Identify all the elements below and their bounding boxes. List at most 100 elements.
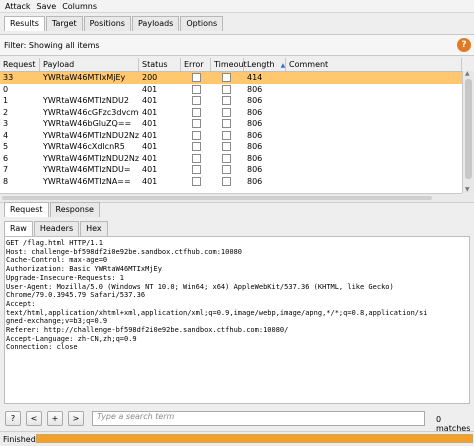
error-checkbox xyxy=(192,107,201,117)
search-bar: ? < + > Type a search term 0 matches xyxy=(0,409,474,433)
timeout-checkbox xyxy=(222,96,231,106)
message-tabs: Request Response xyxy=(4,202,101,217)
raw-request-editor[interactable]: GET /flag.html HTTP/1.1 Host: challenge-b… xyxy=(4,236,470,404)
timeout-checkbox xyxy=(222,165,231,175)
cell-timeout xyxy=(211,165,244,175)
table-header: Request Payload Status Error Timeout Len… xyxy=(0,58,462,72)
menu-save[interactable]: Save xyxy=(37,2,57,11)
request-line: Host: challenge-bf598df2i0e92be.sandbox.… xyxy=(6,247,243,256)
cell-length: 806 xyxy=(247,176,263,186)
cell-error xyxy=(181,165,211,175)
cell-status: 401 xyxy=(142,130,158,140)
cell-timeout xyxy=(211,176,244,186)
column-comment[interactable]: Comment xyxy=(286,58,462,71)
timeout-checkbox xyxy=(222,73,231,83)
tab-results[interactable]: Results xyxy=(4,16,45,31)
request-line: Referer: http://challenge-bf598df2i0e92b… xyxy=(6,326,289,335)
menu-columns[interactable]: Columns xyxy=(62,2,97,11)
table-row[interactable]: 3 YWRtaW46bGluZQ== 401 806 xyxy=(0,118,462,130)
cell-payload: YWRtaW46MTIxMjEy xyxy=(43,73,126,83)
cell-payload: YWRtaW46cGFzc3dvcmQ= xyxy=(43,107,139,117)
cell-status: 401 xyxy=(142,96,158,106)
tab-response[interactable]: Response xyxy=(49,202,100,217)
search-previous-button[interactable]: < xyxy=(26,411,42,426)
cell-status: 401 xyxy=(142,107,158,117)
cell-request: 3 xyxy=(3,119,9,129)
horizontal-scroll-thumb[interactable] xyxy=(2,196,432,200)
table-row[interactable]: 5 YWRtaW46cXdlcnR5 401 806 xyxy=(0,141,462,153)
cell-status: 401 xyxy=(142,142,158,152)
cell-timeout xyxy=(211,130,244,140)
tab-hex[interactable]: Hex xyxy=(80,221,108,236)
cell-length: 806 xyxy=(247,153,263,163)
cell-error xyxy=(181,153,211,163)
search-help-button[interactable]: ? xyxy=(5,411,21,426)
cell-error xyxy=(181,84,211,94)
cell-length: 806 xyxy=(247,119,263,129)
column-timeout[interactable]: Timeout xyxy=(211,58,247,71)
column-length[interactable]: Length ▲ xyxy=(244,58,286,71)
request-line: Authorization: Basic YWRtaW46MTIxMjEy xyxy=(6,265,162,274)
tab-payloads[interactable]: Payloads xyxy=(131,16,180,31)
request-line: text/html,application/xhtml+xml,applicat… xyxy=(6,308,428,317)
timeout-checkbox xyxy=(222,84,231,94)
cell-status: 200 xyxy=(142,73,158,83)
help-icon[interactable]: ? xyxy=(457,38,471,52)
cell-payload: YWRtaW46MTIzNA== xyxy=(43,176,131,186)
scroll-up-icon[interactable]: ▲ xyxy=(465,70,470,77)
table-row[interactable]: 33 YWRtaW46MTIxMjEy 200 414 xyxy=(0,72,462,84)
progress-bar xyxy=(36,434,473,443)
search-add-button[interactable]: + xyxy=(47,411,63,426)
cell-request: 33 xyxy=(3,73,14,83)
cell-timeout xyxy=(211,107,244,117)
table-row[interactable]: 4 YWRtaW46MTIzNDU2Nzg=401 806 xyxy=(0,130,462,142)
cell-length: 806 xyxy=(247,107,263,117)
cell-error xyxy=(181,176,211,186)
cell-length: 806 xyxy=(247,96,263,106)
column-request[interactable]: Request xyxy=(0,58,40,71)
search-input[interactable]: Type a search term xyxy=(92,411,425,426)
tab-raw[interactable]: Raw xyxy=(4,221,33,236)
menu-attack[interactable]: Attack xyxy=(5,2,31,11)
filter-bar[interactable]: Filter: Showing all items ? xyxy=(0,34,474,56)
tab-options[interactable]: Options xyxy=(180,16,224,31)
request-line: Accept-Language: zh-CN,zh;q=0.9 xyxy=(6,334,137,343)
error-checkbox xyxy=(192,119,201,129)
cell-error xyxy=(181,119,211,129)
column-status[interactable]: Status xyxy=(139,58,181,71)
request-line: Chrome/79.0.3945.79 Safari/537.36 xyxy=(6,291,146,300)
table-row[interactable]: 6 YWRtaW46MTIzNDU2Nzg5 401 806 xyxy=(0,153,462,165)
filter-text[interactable]: Filter: Showing all items xyxy=(4,41,100,50)
tab-target[interactable]: Target xyxy=(45,16,83,31)
search-next-button[interactable]: > xyxy=(68,411,84,426)
tab-positions[interactable]: Positions xyxy=(83,16,131,31)
table-row[interactable]: 2 YWRtaW46cGFzc3dvcmQ=401 806 xyxy=(0,107,462,119)
error-checkbox xyxy=(192,153,201,163)
cell-timeout xyxy=(211,84,244,94)
error-checkbox xyxy=(192,130,201,140)
table-row[interactable]: 7 YWRtaW46MTIzNDU= 401 806 xyxy=(0,164,462,176)
request-line: User-Agent: Mozilla/5.0 (Windows NT 10.0… xyxy=(6,282,394,291)
scroll-down-icon[interactable]: ▼ xyxy=(465,186,470,193)
error-checkbox xyxy=(192,176,201,186)
progress-fill xyxy=(37,435,472,442)
table-row[interactable]: 0 401 806 xyxy=(0,84,462,96)
sort-ascending-icon: ▲ xyxy=(280,62,286,69)
scroll-thumb[interactable] xyxy=(465,79,472,179)
table-row[interactable]: 8 YWRtaW46MTIzNA== 401 806 xyxy=(0,176,462,188)
error-checkbox xyxy=(192,96,201,106)
column-error[interactable]: Error xyxy=(181,58,211,71)
cell-timeout xyxy=(211,119,244,129)
cell-request: 0 xyxy=(3,84,9,94)
error-checkbox xyxy=(192,73,201,83)
tab-headers[interactable]: Headers xyxy=(33,221,80,236)
table-row[interactable]: 1 YWRtaW46MTIzNDU2 401 806 xyxy=(0,95,462,107)
cell-request: 8 xyxy=(3,176,9,186)
column-payload[interactable]: Payload xyxy=(40,58,139,71)
menu-bar: Attack Save Columns xyxy=(0,0,474,13)
top-tabs: Results Target Positions Payloads Option… xyxy=(4,16,224,32)
table-vertical-scrollbar[interactable]: ▲ ▼ xyxy=(462,70,474,193)
error-checkbox xyxy=(192,84,201,94)
request-line: Upgrade-Insecure-Requests: 1 xyxy=(6,273,125,282)
tab-request[interactable]: Request xyxy=(4,202,49,217)
